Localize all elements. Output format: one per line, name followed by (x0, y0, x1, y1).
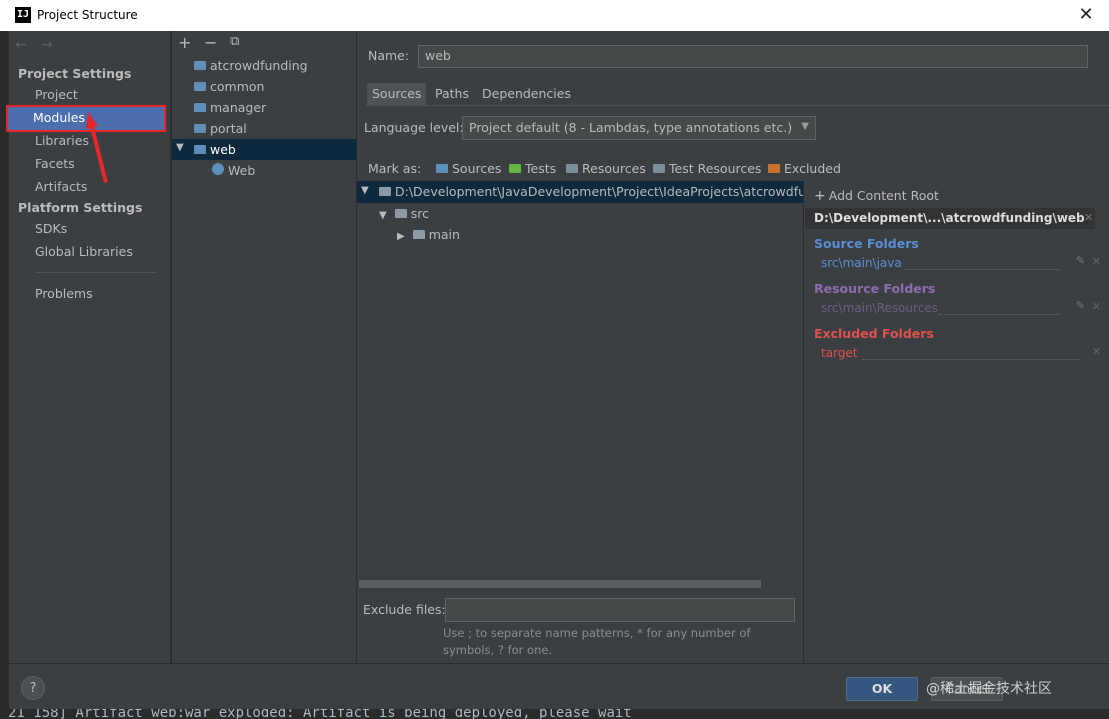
red-annotation-arrow-icon (86, 112, 108, 183)
content-root-title: D:\Development\...\atcrowdfunding\web (814, 211, 1085, 225)
web-facet-icon (212, 163, 224, 175)
background-console: 21 158] Artifact web:war exploded: Artif… (0, 709, 1109, 719)
sidebar-item-problems[interactable]: Problems (35, 286, 93, 301)
dialog-footer: ? OK Cancel @稀土掘金技术社区 (9, 663, 1109, 709)
excluded-folder-icon (768, 164, 780, 173)
mark-resources-button[interactable]: Resources (566, 161, 646, 176)
test-resources-folder-icon (653, 164, 665, 173)
forward-arrow-icon[interactable]: → (41, 37, 53, 53)
add-content-root-button[interactable]: + Add Content Root (814, 188, 939, 204)
remove-module-icon[interactable]: − (204, 33, 217, 52)
back-arrow-icon[interactable]: ← (15, 37, 27, 53)
expand-arrow-icon[interactable]: ▼ (361, 185, 369, 196)
tree-item-portal[interactable]: portal (194, 121, 247, 136)
expand-arrow-icon[interactable]: ▼ (379, 210, 387, 221)
exclude-hint-line1: Use ; to separate name patterns, * for a… (443, 626, 751, 640)
mark-excluded-button[interactable]: Excluded (768, 161, 841, 176)
tab-dependencies[interactable]: Dependencies (477, 83, 576, 105)
copy-module-icon[interactable]: ⧉ (230, 34, 239, 49)
plus-icon: + (814, 188, 826, 204)
help-button[interactable]: ? (21, 676, 45, 700)
remove-icon[interactable]: ✕ (1092, 300, 1101, 313)
module-tree-pane: + − ⧉ atcrowdfunding common manager port… (172, 31, 357, 663)
name-label: Name: (368, 48, 410, 63)
mark-tests-button[interactable]: Tests (509, 161, 556, 176)
module-folder-icon (194, 124, 206, 133)
excluded-folders-heading: Excluded Folders (814, 326, 934, 341)
tree-item-main[interactable]: ▶ main (397, 227, 460, 242)
exclude-hint-line2: symbols, ? for one. (443, 643, 553, 657)
folder-icon (379, 187, 391, 196)
remove-root-icon[interactable]: ✕ (1084, 211, 1093, 224)
collapse-arrow-icon[interactable]: ▶ (397, 231, 405, 242)
remove-icon[interactable]: ✕ (1092, 255, 1101, 268)
background-editor-strip (0, 31, 9, 719)
tests-folder-icon (509, 164, 521, 173)
exclude-files-label: Exclude files: (363, 602, 446, 617)
module-folder-icon (194, 145, 206, 154)
close-icon[interactable]: ✕ (1076, 4, 1096, 25)
sidebar-item-project[interactable]: Project (35, 87, 78, 102)
content-root-header: D:\Development\...\atcrowdfunding\web ✕ (805, 208, 1095, 229)
add-module-icon[interactable]: + (178, 33, 191, 52)
tab-paths[interactable]: Paths (430, 83, 474, 105)
source-folders-heading: Source Folders (814, 236, 919, 251)
sidebar-divider (35, 272, 157, 273)
title-bar: IJ Project Structure ✕ (0, 0, 1109, 31)
ok-button[interactable]: OK (846, 677, 918, 701)
leader-dots (904, 269, 1059, 270)
module-name-input[interactable]: web (418, 45, 1088, 68)
tab-underline (365, 105, 1109, 106)
sidebar-item-sdks[interactable]: SDKs (35, 221, 67, 236)
sidebar-item-label: Modules (33, 110, 85, 125)
edit-pencil-icon[interactable]: ✎ (1076, 254, 1085, 267)
leader-dots (939, 314, 1059, 315)
content-root-panel: + Add Content Root D:\Development\...\atc… (803, 181, 1109, 663)
project-settings-heading: Project Settings (18, 66, 132, 81)
exclude-files-input[interactable] (445, 598, 795, 622)
leader-dots (862, 359, 1080, 360)
resource-folder-entry[interactable]: src\main\Resources (821, 301, 938, 315)
tab-sources[interactable]: Sources (367, 83, 427, 105)
content-root-tree-item[interactable]: ▼ D:\Development\JavaDevelopment\Project… (357, 181, 825, 203)
mark-as-label: Mark as: (368, 161, 422, 176)
sidebar-item-facets[interactable]: Facets (35, 156, 75, 171)
horizontal-scrollbar[interactable] (359, 580, 761, 588)
chevron-down-icon: ▼ (801, 121, 809, 132)
module-folder-icon (194, 82, 206, 91)
folder-icon (394, 209, 407, 218)
expand-arrow-icon[interactable]: ▼ (176, 142, 184, 153)
tree-item-common[interactable]: common (194, 79, 264, 94)
folder-icon (412, 230, 425, 239)
watermark: @稀土掘金技术社区 (926, 681, 1052, 697)
sidebar-item-libraries[interactable]: Libraries (35, 133, 89, 148)
resource-folders-heading: Resource Folders (814, 281, 936, 296)
sidebar-item-global-libraries[interactable]: Global Libraries (35, 244, 133, 259)
platform-settings-heading: Platform Settings (18, 200, 143, 215)
source-folder-entry[interactable]: src\main\java (821, 256, 902, 270)
edit-pencil-icon[interactable]: ✎ (1076, 299, 1085, 312)
tree-item-manager[interactable]: manager (194, 100, 266, 115)
tree-item-web-facet[interactable]: Web (212, 163, 255, 178)
language-level-label: Language level: (364, 120, 464, 135)
tree-item-atcrowdfunding[interactable]: atcrowdfunding (194, 58, 308, 73)
module-details-pane: Name: web Sources Paths Dependencies Lan… (357, 31, 1109, 663)
module-folder-icon (194, 61, 206, 70)
mark-sources-button[interactable]: Sources (436, 161, 501, 176)
excluded-folder-entry[interactable]: target (821, 346, 858, 360)
remove-icon[interactable]: ✕ (1092, 345, 1101, 358)
intellij-app-icon: IJ (15, 7, 31, 23)
module-folder-icon (194, 103, 206, 112)
window-title: Project Structure (37, 8, 138, 22)
resources-folder-icon (566, 164, 578, 173)
sources-folder-icon (436, 164, 448, 173)
tree-item-web[interactable]: ▼ web (172, 139, 357, 160)
mark-test-resources-button[interactable]: Test Resources (653, 161, 761, 176)
tree-item-src[interactable]: ▼ src (379, 206, 429, 221)
sidebar-item-artifacts[interactable]: Artifacts (35, 179, 87, 194)
language-level-select[interactable]: Project default (8 - Lambdas, type annot… (462, 116, 816, 140)
